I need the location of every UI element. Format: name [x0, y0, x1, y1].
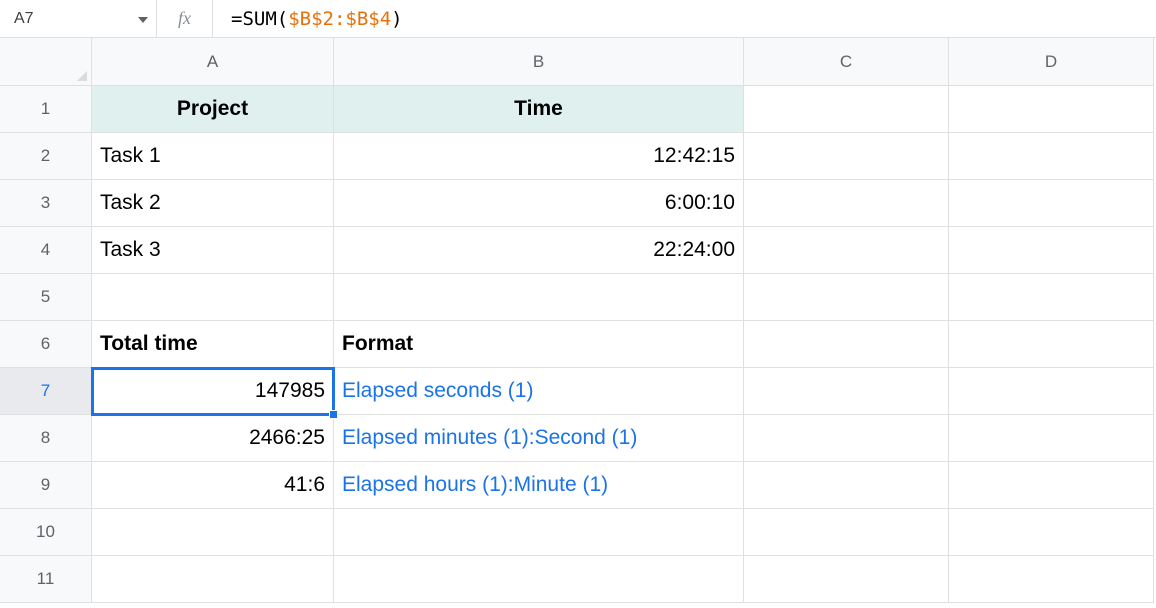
cell-b5[interactable] [334, 274, 744, 321]
cell-a11[interactable] [92, 556, 334, 603]
name-box[interactable]: A7 [0, 0, 157, 37]
row-header-10[interactable]: 10 [0, 509, 92, 556]
fx-icon: fx [157, 0, 213, 37]
formula-bar: A7 fx =SUM($B$2:$B$4) [0, 0, 1156, 38]
cell-d10[interactable] [949, 509, 1154, 556]
row-header-1[interactable]: 1 [0, 86, 92, 133]
cell-c4[interactable] [744, 227, 949, 274]
cell-d2[interactable] [949, 133, 1154, 180]
cell-d8[interactable] [949, 415, 1154, 462]
cell-b10[interactable] [334, 509, 744, 556]
cell-b3[interactable]: 6:00:10 [334, 180, 744, 227]
cell-c9[interactable] [744, 462, 949, 509]
cell-d7[interactable] [949, 368, 1154, 415]
cell-a7[interactable]: 147985 [92, 368, 334, 415]
row-header-4[interactable]: 4 [0, 227, 92, 274]
cell-d9[interactable] [949, 462, 1154, 509]
column-header-a[interactable]: A [92, 38, 334, 86]
cell-d11[interactable] [949, 556, 1154, 603]
column-header-d[interactable]: D [949, 38, 1154, 86]
cell-c8[interactable] [744, 415, 949, 462]
row-header-7[interactable]: 7 [0, 368, 92, 415]
cell-c1[interactable] [744, 86, 949, 133]
cell-d5[interactable] [949, 274, 1154, 321]
cell-a6[interactable]: Total time [92, 321, 334, 368]
cell-d4[interactable] [949, 227, 1154, 274]
cell-b9[interactable]: Elapsed hours (1):Minute (1) [334, 462, 744, 509]
cell-b8[interactable]: Elapsed minutes (1):Second (1) [334, 415, 744, 462]
cell-d6[interactable] [949, 321, 1154, 368]
cell-c3[interactable] [744, 180, 949, 227]
chevron-down-icon [138, 10, 148, 28]
row-header-5[interactable]: 5 [0, 274, 92, 321]
row-header-2[interactable]: 2 [0, 133, 92, 180]
cell-a1[interactable]: Project [92, 86, 334, 133]
cell-c5[interactable] [744, 274, 949, 321]
cell-a8[interactable]: 2466:25 [92, 415, 334, 462]
cell-a7-value: 147985 [255, 379, 325, 403]
formula-text-prefix: =SUM( [231, 8, 288, 30]
formula-text-range: $B$2:$B$4 [288, 8, 391, 30]
cell-a4[interactable]: Task 3 [92, 227, 334, 274]
cell-b7[interactable]: Elapsed seconds (1) [334, 368, 744, 415]
cell-d3[interactable] [949, 180, 1154, 227]
cell-a10[interactable] [92, 509, 334, 556]
name-box-text: A7 [14, 10, 34, 28]
cell-c6[interactable] [744, 321, 949, 368]
select-all-corner[interactable] [0, 38, 92, 86]
row-header-3[interactable]: 3 [0, 180, 92, 227]
cell-a2[interactable]: Task 1 [92, 133, 334, 180]
cell-a3[interactable]: Task 2 [92, 180, 334, 227]
cell-d1[interactable] [949, 86, 1154, 133]
formula-text-suffix: ) [391, 8, 402, 30]
cell-b11[interactable] [334, 556, 744, 603]
cell-a5[interactable] [92, 274, 334, 321]
cell-c7[interactable] [744, 368, 949, 415]
column-header-b[interactable]: B [334, 38, 744, 86]
row-header-9[interactable]: 9 [0, 462, 92, 509]
spreadsheet-grid: A B C D 1 Project Time 2 Task 1 12:42:15… [0, 38, 1154, 603]
formula-input[interactable]: =SUM($B$2:$B$4) [213, 0, 1156, 37]
selection-handle[interactable] [329, 410, 338, 419]
cell-c2[interactable] [744, 133, 949, 180]
cell-b2[interactable]: 12:42:15 [334, 133, 744, 180]
column-header-c[interactable]: C [744, 38, 949, 86]
cell-c10[interactable] [744, 509, 949, 556]
row-header-8[interactable]: 8 [0, 415, 92, 462]
cell-b4[interactable]: 22:24:00 [334, 227, 744, 274]
cell-c11[interactable] [744, 556, 949, 603]
row-header-11[interactable]: 11 [0, 556, 92, 603]
cell-a9[interactable]: 41:6 [92, 462, 334, 509]
cell-b6[interactable]: Format [334, 321, 744, 368]
row-header-6[interactable]: 6 [0, 321, 92, 368]
cell-b1[interactable]: Time [334, 86, 744, 133]
